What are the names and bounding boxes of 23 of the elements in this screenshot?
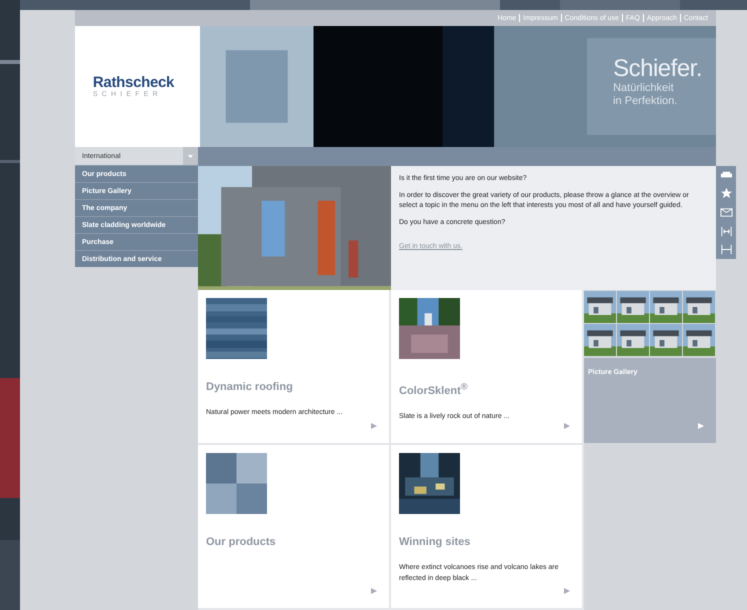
arrow-icon[interactable]: [371, 423, 377, 429]
star-icon: [720, 187, 732, 200]
arrow-icon[interactable]: [564, 588, 570, 594]
logo-name: Rathscheck: [92, 74, 174, 90]
banner-subtitle: in Perfektion.: [613, 95, 678, 108]
banner-title: Schiefer.: [613, 56, 702, 82]
arrow-icon[interactable]: [564, 423, 570, 429]
teaser-card[interactable]: Our products: [198, 445, 389, 610]
width-icon: [720, 243, 732, 256]
arrow-icon[interactable]: [698, 423, 704, 429]
caret-icon: [188, 154, 193, 158]
mail-icon: [720, 206, 732, 219]
card-title: Winning sites: [399, 536, 472, 548]
banner-subtitle: Natürlichkeit: [613, 82, 675, 95]
card-title: Dynamic roofing: [206, 381, 294, 393]
dropdown-toggle[interactable]: [183, 147, 198, 165]
expand-button[interactable]: [719, 224, 733, 238]
card-title: Our products: [206, 536, 277, 548]
card-title: ColorSklent$^{®}$: [399, 381, 468, 397]
arrow-icon[interactable]: [371, 588, 377, 594]
star-button[interactable]: [719, 186, 733, 201]
width-button[interactable]: [719, 242, 733, 257]
expand-icon: [720, 224, 732, 238]
